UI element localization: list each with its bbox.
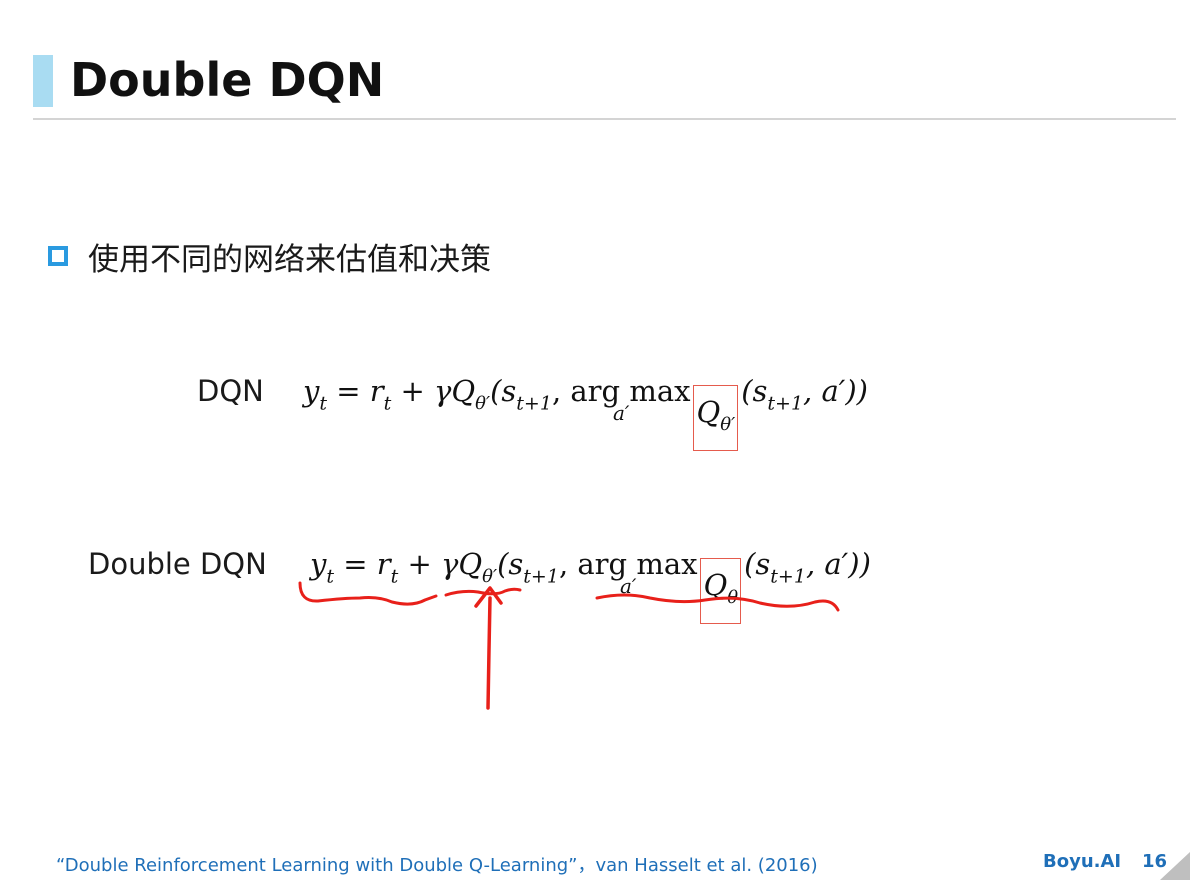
brand-logo-text: Boyu.AI: [1043, 851, 1122, 872]
eq-open-state-2: (s: [744, 547, 771, 581]
eq-tail: , a′)): [805, 547, 871, 581]
argmax-subscript: a′: [612, 401, 630, 425]
dqn-equation: yt = rt + γQθ′(st+1, arg max a′ Qθ′(st+1, …: [303, 373, 868, 451]
eq-reward-sub: t: [383, 392, 392, 415]
double-dqn-equation: yt = rt + γQθ′(st+1, arg max a′ Qθ(st+1, a…: [310, 546, 871, 624]
eq-lhs-sub: t: [319, 392, 328, 415]
dqn-label: DQN: [197, 374, 264, 408]
bullet-text: 使用不同的网络来估值和决策: [88, 241, 491, 278]
eq-tail: , a′)): [803, 374, 868, 408]
boxed-q: Q: [696, 395, 721, 429]
eq-lhs: y: [303, 374, 320, 408]
eq-open-state: (s: [497, 547, 524, 581]
eq-plus: +: [400, 374, 425, 408]
highlight-box: Qθ: [700, 558, 742, 624]
eq-equals: =: [343, 547, 368, 581]
boxed-q-sub: θ′: [720, 414, 736, 436]
eq-reward-sub: t: [390, 565, 399, 588]
eq-plus: +: [407, 547, 432, 581]
eq-gamma-q: γQ: [434, 374, 476, 408]
argmax-operator: , arg max a′: [559, 546, 698, 596]
highlight-box: Qθ′: [693, 385, 739, 451]
eq-open-state: (s: [490, 374, 517, 408]
eq-q-sub: θ′: [475, 393, 491, 415]
double-dqn-label: Double DQN: [88, 547, 267, 581]
citation: “Double Reinforcement Learning with Doub…: [56, 855, 818, 876]
eq-gamma-q: γQ: [441, 547, 483, 581]
argmax-operator: , arg max a′: [552, 373, 691, 423]
page-corner-fold: [1160, 852, 1190, 880]
title-divider: [33, 118, 1176, 120]
eq-reward: r: [369, 374, 384, 408]
eq-lhs-sub: t: [326, 565, 335, 588]
slide-title: Double DQN: [70, 53, 385, 107]
argmax-subscript: a′: [619, 574, 637, 598]
bullet-item: 使用不同的网络来估值和决策: [48, 232, 491, 280]
eq-state-sub: t+1: [523, 565, 559, 588]
eq-state-sub-2: t+1: [767, 392, 804, 415]
eq-q-sub: θ′: [482, 566, 498, 588]
square-bullet-icon: [48, 246, 68, 266]
title-accent-bar: [33, 55, 53, 107]
eq-reward: r: [376, 547, 391, 581]
boxed-q-sub: θ: [727, 587, 739, 609]
eq-open-state-2: (s: [741, 374, 768, 408]
eq-state-sub: t+1: [516, 392, 552, 415]
eq-state-sub-2: t+1: [770, 565, 806, 588]
eq-equals: =: [336, 374, 361, 408]
boxed-q: Q: [703, 568, 728, 602]
eq-lhs: y: [310, 547, 327, 581]
